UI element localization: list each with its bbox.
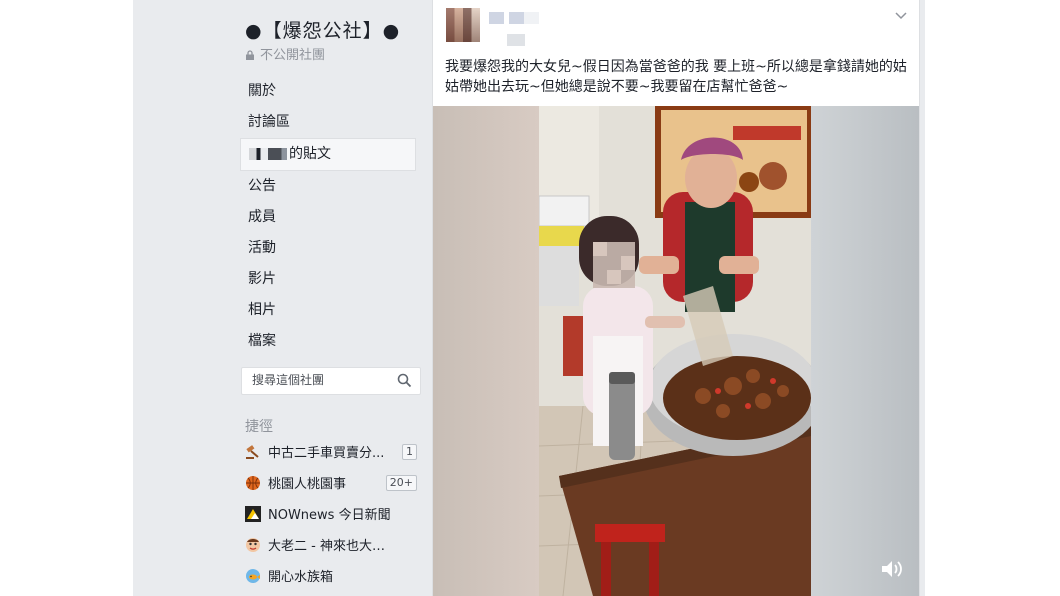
nav-about[interactable]: 關於 [245,76,425,107]
nav-label: 成員 [248,209,276,225]
nav-discussion[interactable]: 討論區 [245,107,425,138]
nav-events[interactable]: 活動 [245,233,425,264]
nav-videos[interactable]: 影片 [245,264,425,295]
card-game-icon [245,537,261,553]
fish-icon [245,568,261,584]
shortcut-item[interactable]: NOWnews 今日新聞 [245,498,421,529]
nav-label: 公告 [248,178,276,194]
group-search[interactable] [241,367,421,395]
shortcut-count-badge: 1 [402,443,417,460]
nav-members[interactable]: 成員 [245,202,425,233]
lock-icon [246,50,254,60]
group-nav: 關於 討論區 的貼文 公告 成員 活動 影片 相片 檔案 [240,76,425,357]
shortcut-count-badge: 20+ [385,474,417,491]
nav-label: 檔案 [248,333,276,349]
group-title[interactable]: ●【爆怨公社】● [245,16,400,43]
shortcut-item[interactable]: 桃園人桃園事 20+ [245,467,421,498]
shortcut-label: 開心水族箱 [268,570,334,585]
shortcut-label: 中古二手車買賣分... [268,446,385,461]
search-input[interactable] [250,372,394,388]
nav-announcements[interactable]: 公告 [245,171,425,202]
author-avatar[interactable] [446,8,480,42]
blurred-post-meta [507,34,525,46]
nav-label: 相片 [248,302,276,318]
nav-files[interactable]: 檔案 [245,326,425,357]
video-side-blur-left [433,106,539,596]
blurred-author-name[interactable] [489,12,539,24]
shortcut-item[interactable]: 開心水族箱 [245,560,421,591]
nownews-logo-icon [245,505,261,522]
post-text: 我要爆怨我的大女兒~假日因為當爸爸的我 要上班~所以總是拿錢請她的姑姑帶她出去玩… [445,59,907,95]
video-side-blur-right [811,106,919,596]
nav-label: 的貼文 [289,146,331,162]
group-sidebar: ●【爆怨公社】● 不公開社團 關於 討論區 的貼文 公告 成員 活動 影片 相片… [133,0,428,596]
gavel-icon [245,444,261,460]
shortcuts-list: 中古二手車買賣分... 1 桃園人桃園事 20+ NOWnews 今日新聞 大老… [245,436,421,591]
shortcut-label: 大老二 - 神來也大老2 [268,539,392,554]
group-privacy: 不公開社團 [245,44,325,63]
video-player[interactable] [433,106,919,596]
shortcut-item[interactable]: 中古二手車買賣分... 1 [245,436,421,467]
basketball-icon [245,475,261,491]
post-card: 我要爆怨我的大女兒~假日因為當爸爸的我 要上班~所以總是拿錢請她的姑姑帶她出去玩… [432,0,920,596]
nav-label: 活動 [248,240,276,256]
volume-icon[interactable] [881,560,903,578]
shortcut-item[interactable]: 大老二 - 神來也大老2 [245,529,421,560]
nav-member-posts[interactable]: 的貼文 [240,138,416,171]
blurred-name [249,148,287,160]
chevron-down-icon[interactable] [895,12,907,20]
shortcut-label: 桃園人桃園事 [268,477,347,492]
nav-label: 關於 [248,83,276,99]
nav-photos[interactable]: 相片 [245,295,425,326]
nav-label: 影片 [248,271,276,287]
nav-label: 討論區 [248,114,290,130]
shortcut-label: NOWnews 今日新聞 [268,508,391,523]
shortcuts-heading: 捷徑 [245,419,273,435]
search-icon[interactable] [397,373,412,388]
privacy-label: 不公開社團 [260,48,326,63]
